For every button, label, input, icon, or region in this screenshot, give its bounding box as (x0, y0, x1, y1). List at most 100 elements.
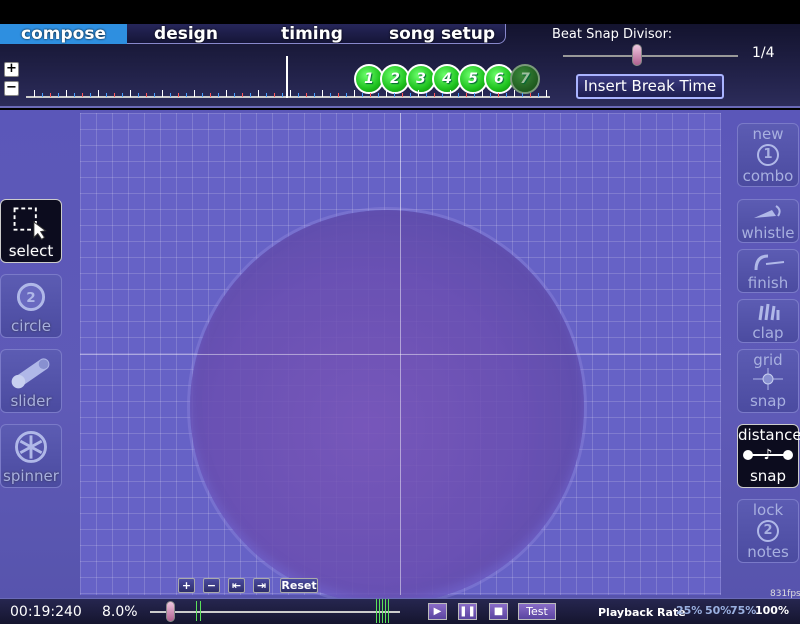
timeline-tick (306, 93, 307, 97)
editor-main: select 2 circle slider spinner new 1 com… (0, 110, 800, 604)
play-button[interactable]: ▶ (428, 603, 447, 620)
beat-snap-label: Beat Snap Divisor: (552, 27, 673, 42)
timeline-tick (146, 93, 147, 97)
song-bookmark (376, 599, 377, 623)
playfield-prev-button[interactable]: ⇤ (228, 578, 245, 593)
song-bookmark (379, 599, 380, 623)
timeline-tick (162, 90, 163, 97)
timeline-tick (338, 93, 339, 97)
song-progress-track[interactable] (150, 611, 400, 613)
editor-header: compose design timing song setup + − 1 2… (0, 24, 800, 108)
timeline-tick (370, 93, 371, 97)
tab-timing[interactable]: timing (262, 24, 362, 44)
tab-compose[interactable]: compose (0, 24, 127, 44)
song-bookmark (196, 601, 197, 621)
timeline-tick (474, 93, 475, 97)
timeline-tick (250, 93, 251, 97)
rate-50-button[interactable]: 50% (705, 604, 731, 617)
lock-notes-line1: lock (752, 501, 784, 519)
timeline-tick (314, 93, 315, 97)
clap-toggle[interactable]: clap (737, 299, 799, 343)
distance-snap-icon: ♪ (743, 447, 793, 463)
insert-break-time-button[interactable]: Insert Break Time (576, 74, 724, 99)
timeline-tick (322, 90, 323, 97)
timeline-tick (330, 93, 331, 97)
song-progress-handle[interactable] (166, 601, 175, 622)
timeline-tick (34, 90, 35, 97)
tool-select[interactable]: select (0, 199, 62, 263)
timeline-ruler[interactable] (26, 96, 550, 98)
circle-icon: 2 (16, 282, 46, 312)
lock-notes-icon: 2 (757, 520, 779, 542)
timeline-tick (346, 93, 347, 97)
timeline-zoom-in-button[interactable]: + (4, 62, 19, 77)
timeline-tick (178, 93, 179, 97)
tool-slider[interactable]: slider (0, 349, 62, 413)
rate-75-button[interactable]: 75% (730, 604, 756, 617)
slider-icon (11, 358, 50, 389)
whistle-toggle[interactable]: whistle (737, 199, 799, 243)
new-combo-line2: combo (742, 167, 794, 185)
timeline-tick (210, 93, 211, 97)
playfield-reset-button[interactable]: Reset (280, 578, 318, 593)
playfield-next-button[interactable]: ⇥ (253, 578, 270, 593)
timeline-tick (106, 93, 107, 97)
clap-label: clap (752, 324, 784, 342)
timeline-tick (394, 93, 395, 97)
spinner-icon (15, 431, 47, 463)
finish-label: finish (747, 274, 789, 292)
timeline-tick (66, 90, 67, 97)
playfield-zoom-in-button[interactable]: + (178, 578, 195, 593)
timeline-tick (114, 93, 115, 97)
test-button[interactable]: Test (518, 603, 556, 620)
distance-snap-toggle[interactable]: distance ♪ snap (737, 424, 800, 488)
timeline-tick (450, 90, 451, 97)
clap-icon (758, 303, 780, 321)
tab-design[interactable]: design (138, 24, 234, 44)
svg-text:♪: ♪ (764, 447, 773, 463)
window-top-strip (0, 0, 800, 24)
timeline-tick (434, 93, 435, 97)
timeline-tick (466, 93, 467, 97)
timeline-tick (242, 93, 243, 97)
playback-rate-label: Playback Rate (598, 606, 686, 619)
song-bookmark (382, 599, 383, 623)
tool-slider-label: slider (10, 392, 52, 410)
timeline-zoom-out-button[interactable]: − (4, 81, 19, 96)
playback-bar: 00:19:240 8.0% ▶ ❚❚ ■ Test Playback Rate… (0, 598, 800, 624)
tool-spinner[interactable]: spinner (0, 424, 62, 488)
timeline-tick (82, 93, 83, 97)
timeline-tick (522, 93, 523, 97)
distance-snap-line2: snap (749, 467, 787, 485)
tool-select-label: select (8, 242, 54, 260)
stop-button[interactable]: ■ (489, 603, 508, 620)
grid-snap-icon (753, 368, 783, 390)
song-bookmark (388, 599, 389, 623)
finish-icon (754, 254, 785, 271)
new-combo-toggle[interactable]: new 1 combo (737, 123, 799, 187)
pause-button[interactable]: ❚❚ (458, 603, 477, 620)
finish-toggle[interactable]: finish (737, 249, 799, 293)
timeline-tick (378, 93, 379, 97)
mode-tabs: compose design timing song setup (0, 24, 506, 44)
beat-snap-slider-handle[interactable] (632, 44, 642, 66)
grid-snap-toggle[interactable]: grid snap (737, 349, 799, 413)
timeline-tick (402, 93, 403, 97)
tool-circle[interactable]: 2 circle (0, 274, 62, 338)
timeline-tick (218, 93, 219, 97)
playfield-zoom-out-button[interactable]: − (203, 578, 220, 593)
timeline-tick (498, 93, 499, 97)
timeline-tick (458, 93, 459, 97)
timeline-tick (170, 93, 171, 97)
timeline-tick (538, 93, 539, 97)
lock-notes-toggle[interactable]: lock 2 notes (737, 499, 799, 563)
rate-100-button[interactable]: 100% (755, 604, 789, 617)
timeline-tick (410, 93, 411, 97)
current-time: 00:19:240 (10, 604, 82, 620)
beat-snap-slider-track[interactable] (563, 55, 738, 57)
tab-song-setup[interactable]: song setup (380, 24, 504, 44)
beat-snap-value: 1/4 (752, 45, 775, 61)
rate-25-button[interactable]: 25% (676, 604, 702, 617)
timeline-tick (298, 93, 299, 97)
tool-spinner-label: spinner (3, 467, 59, 485)
